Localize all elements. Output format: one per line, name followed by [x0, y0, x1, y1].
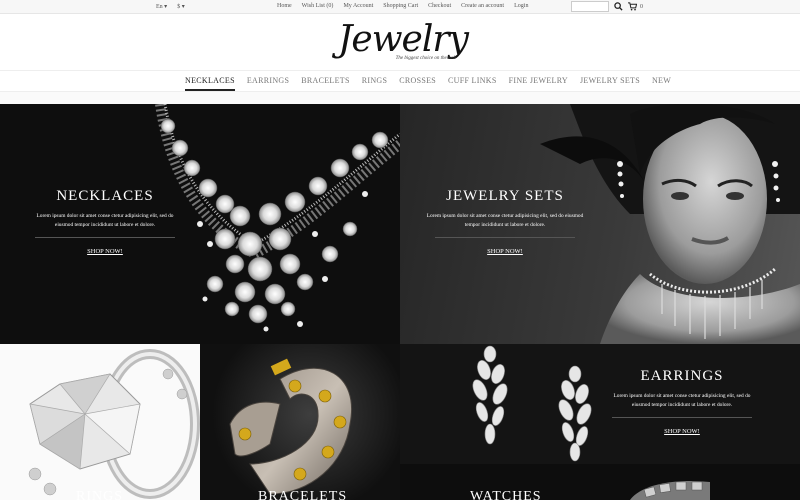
banner-description: Lorem ipsum dolor sit amet conse ctetur …	[36, 213, 174, 228]
banner-bracelets[interactable]: BRACELETS	[200, 344, 400, 500]
nav-item-cuff-links[interactable]: CUFF LINKS	[448, 76, 497, 91]
link-wishlist[interactable]: Wish List (0)	[302, 3, 334, 9]
banner-necklaces[interactable]: NECKLACES Lorem ipsum dolor sit amet con…	[0, 104, 400, 344]
link-checkout[interactable]: Checkout	[428, 3, 451, 9]
nav-item-jewelry-sets[interactable]: JEWELRY SETS	[580, 76, 640, 91]
cart-count: 0	[640, 3, 643, 10]
necklaces-caption: NECKLACES Lorem ipsum dolor sit amet con…	[30, 188, 180, 258]
language-label: En	[156, 4, 163, 10]
currency-label: $	[177, 4, 181, 10]
shop-now-necklaces-link[interactable]: SHOP NOW!	[87, 248, 123, 255]
main-navigation-band: NECKLACES EARRINGS BRACELETS RINGS CROSS…	[0, 70, 800, 92]
banner-title: EARRINGS	[640, 368, 724, 384]
link-my-account[interactable]: My Account	[343, 3, 373, 9]
banner-watches[interactable]: WATCHES	[400, 464, 800, 500]
top-bar: En ▾ $ ▾ Home Wish List (0) My Account S…	[0, 0, 800, 14]
nav-item-new[interactable]: NEW	[652, 76, 671, 91]
link-home[interactable]: Home	[277, 3, 292, 9]
shop-now-jewelry-sets-link[interactable]: SHOP NOW!	[487, 248, 523, 255]
divider	[435, 237, 575, 238]
logo[interactable]: Jewelry The biggest choice on the web	[338, 19, 469, 62]
banner-title-rings: RINGS	[76, 489, 124, 500]
search-input[interactable]	[571, 1, 609, 12]
ring-image	[28, 349, 200, 499]
header: Jewelry The biggest choice on the web	[0, 14, 800, 70]
nav-item-earrings[interactable]: EARRINGS	[247, 76, 289, 91]
banner-earrings[interactable]: EARRINGS Lorem ipsum dolor sit amet cons…	[400, 344, 800, 464]
watch-image	[630, 480, 710, 500]
locale-switchers: En ▾ $ ▾	[156, 3, 185, 10]
currency-dropdown[interactable]: $ ▾	[177, 3, 185, 10]
earrings-caption: EARRINGS Lorem ipsum dolor sit amet cons…	[604, 368, 760, 438]
divider	[35, 237, 175, 238]
nav-item-fine-jewelry[interactable]: FINE JEWELRY	[509, 76, 568, 91]
nav-item-rings[interactable]: RINGS	[362, 76, 388, 91]
bracelet-image	[229, 358, 352, 495]
nav-item-crosses[interactable]: CROSSES	[399, 76, 436, 91]
nav-item-necklaces[interactable]: NECKLACES	[185, 76, 235, 91]
main-navigation: NECKLACES EARRINGS BRACELETS RINGS CROSS…	[185, 76, 671, 91]
banner-title-watches: WATCHES	[470, 489, 542, 500]
logo-text: Jewelry	[338, 19, 469, 60]
banner-rings[interactable]: RINGS	[0, 344, 200, 500]
banner-jewelry-sets[interactable]: JEWELRY SETS Lorem ipsum dolor sit amet …	[400, 104, 800, 344]
link-login[interactable]: Login	[514, 3, 528, 9]
banner-description: Lorem ipsum dolor sit amet conse ctetur …	[426, 213, 584, 228]
shop-now-earrings-link[interactable]: SHOP NOW!	[664, 428, 700, 435]
spacer-band	[0, 92, 800, 104]
cart-icon	[628, 2, 637, 11]
cart-button[interactable]: 0	[628, 2, 643, 11]
banner-title: JEWELRY SETS	[446, 188, 564, 204]
banner-description: Lorem ipsum dolor sit amet conse ctetur …	[613, 393, 751, 408]
divider	[612, 417, 752, 418]
link-create-account[interactable]: Create an account	[461, 3, 504, 9]
link-shopping-cart[interactable]: Shopping Cart	[383, 3, 418, 9]
search-icon[interactable]	[614, 2, 623, 11]
jewelry-sets-caption: JEWELRY SETS Lorem ipsum dolor sit amet …	[425, 188, 585, 258]
nav-item-bracelets[interactable]: BRACELETS	[301, 76, 349, 91]
language-dropdown[interactable]: En ▾	[156, 3, 167, 10]
banner-title: NECKLACES	[56, 188, 154, 204]
banner-title-bracelets: BRACELETS	[258, 489, 348, 500]
top-links: Home Wish List (0) My Account Shopping C…	[277, 3, 528, 9]
